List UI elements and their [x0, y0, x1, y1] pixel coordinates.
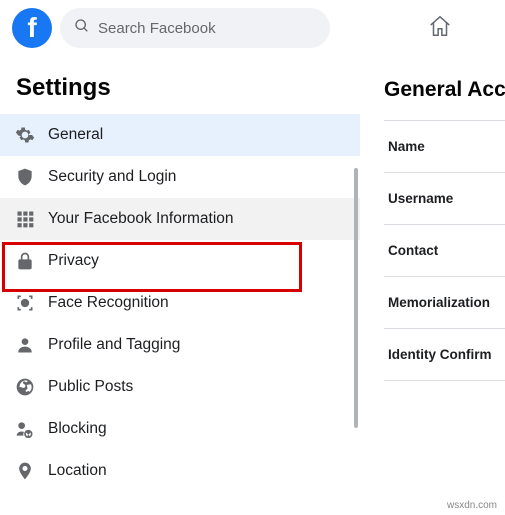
sidebar-item-location[interactable]: Location: [0, 450, 360, 492]
sidebar-item-blocking[interactable]: Blocking: [0, 408, 360, 450]
main-panel: General Acco Name Username Contact Memor…: [360, 56, 505, 515]
row-name[interactable]: Name: [384, 120, 505, 172]
gear-icon: [8, 125, 42, 145]
search-input[interactable]: [98, 20, 316, 37]
main-title: General Acco: [384, 78, 505, 102]
globe-icon: [8, 377, 42, 397]
settings-sidebar: Settings General Security and Login Your…: [0, 56, 360, 515]
sidebar-item-label: Profile and Tagging: [48, 336, 180, 354]
pin-icon: [8, 461, 42, 481]
sidebar-item-profile-tagging[interactable]: Profile and Tagging: [0, 324, 360, 366]
search-box[interactable]: [60, 8, 330, 48]
sidebar-item-public-posts[interactable]: Public Posts: [0, 366, 360, 408]
sidebar-item-label: Blocking: [48, 420, 107, 438]
sidebar-item-privacy[interactable]: Privacy: [0, 240, 360, 282]
sidebar-item-face[interactable]: Face Recognition: [0, 282, 360, 324]
sidebar-item-label: Privacy: [48, 252, 99, 270]
sidebar-item-label: Your Facebook Information: [48, 210, 234, 228]
shield-icon: [8, 167, 42, 187]
sidebar-item-general[interactable]: General: [0, 114, 360, 156]
top-bar: f: [0, 0, 505, 56]
sidebar-item-label: Face Recognition: [48, 294, 169, 312]
sidebar-item-label: General: [48, 126, 103, 144]
grid-icon: [8, 209, 42, 229]
row-contact[interactable]: Contact: [384, 224, 505, 276]
face-scan-icon: [8, 293, 42, 313]
sidebar-item-label: Public Posts: [48, 378, 133, 396]
sidebar-item-security[interactable]: Security and Login: [0, 156, 360, 198]
row-memorialization[interactable]: Memorialization: [384, 276, 505, 328]
search-icon: [74, 18, 98, 39]
sidebar-item-label: Location: [48, 462, 107, 480]
home-icon[interactable]: [427, 13, 453, 44]
lock-icon: [8, 251, 42, 271]
attribution: wsxdn.com: [447, 500, 497, 511]
facebook-logo[interactable]: f: [12, 8, 52, 48]
settings-title: Settings: [0, 56, 360, 114]
person-tag-icon: [8, 335, 42, 355]
scrollbar[interactable]: [354, 168, 358, 428]
sidebar-item-information[interactable]: Your Facebook Information: [0, 198, 360, 240]
row-identity[interactable]: Identity Confirm: [384, 328, 505, 381]
sidebar-item-label: Security and Login: [48, 168, 176, 186]
block-icon: [8, 419, 42, 439]
row-username[interactable]: Username: [384, 172, 505, 224]
